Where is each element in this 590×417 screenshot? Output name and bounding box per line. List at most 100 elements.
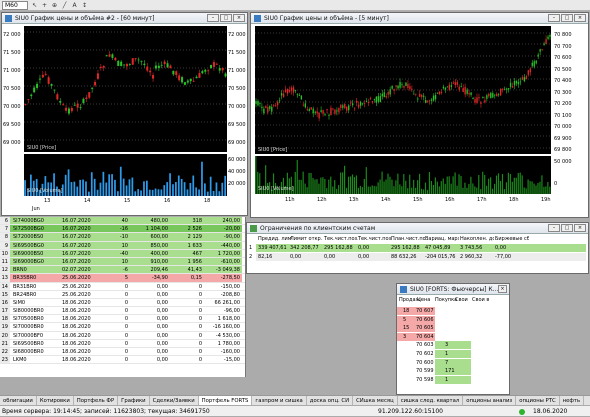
price-chart[interactable]: SIU0 [Price] [255,26,551,154]
candle-body [348,105,350,111]
line-icon[interactable]: ╱ [61,2,68,9]
workspace-tab[interactable]: Портфель ФР [74,396,119,405]
minimize-button[interactable]: – [207,14,219,22]
candle-body [501,88,504,90]
chart-window-5min[interactable]: SIU0 График цены и объёма - [5 минут] – □… [250,12,589,218]
table-row[interactable]: 12 BRN0 02.07.2020 -6 209,46 41,43 -3 049,38 [0,266,245,275]
table-cell: 342 208,77 [290,245,319,251]
orderbook-window[interactable]: SIU0 [FORTS: Фьючерсы] К... × Продаж Цена… [396,283,510,395]
timeframe-combo[interactable]: M60 [2,0,28,10]
candle-body [265,106,267,109]
text-icon[interactable]: A [71,2,78,9]
maximize-button[interactable]: □ [220,14,232,22]
close-button[interactable]: × [233,14,245,22]
column-header[interactable]: Предид. лимит [258,236,292,242]
volume-bar [224,175,227,196]
column-header[interactable]: Вариац. маржа [425,236,459,242]
column-header[interactable]: Свои в [472,297,489,303]
close-button[interactable]: × [498,285,507,293]
table-row[interactable]: 21 SI69500BR0 18.06.2020 0 0,00 0 1 780,00 [0,339,245,348]
table-row[interactable]: 19 SI70000BR0 18.06.2020 0 0,00 0 -16 160,00 [0,323,245,332]
table-row[interactable]: 22 SI68000BR0 18.06.2020 0 0,00 0 -160,00 [0,348,245,357]
pointer-icon[interactable]: ↖ [31,2,38,9]
volume-bar [296,159,298,194]
table-row[interactable] [256,253,586,261]
workspace-tab[interactable]: доска опц. СИ [307,396,354,405]
table-row[interactable]: 9 SI69500BG0 16.07.2020 10 850,00 1 633 -440,0… [0,241,245,250]
workspace-tab[interactable]: Сделки/Заявки [150,396,199,405]
column-header[interactable]: Накоплен. доход [460,236,494,242]
table-row[interactable]: 20 SI70000BF0 18.06.2020 0 0,00 0 -4 530,00 [0,331,245,340]
candle-body [308,109,310,112]
workspace-tab[interactable]: облигации [0,396,37,405]
workspace-tab[interactable]: СИшка месяц [353,396,398,405]
workspace-tab[interactable]: Портфель FORTS [198,396,253,405]
workspace-tab[interactable]: газпром и сишка [252,396,307,405]
table-row[interactable]: 6 SI74000BG0 16.07.2020 40 480,00 318 240,00 [0,217,245,226]
volume-bar [218,191,221,196]
volume-bar [201,161,203,196]
zoom-icon[interactable]: ⊕ [51,2,58,9]
volume-bar [192,175,195,196]
candle-body [56,94,59,100]
volume-chart[interactable]: SIU0 [Volume] [255,155,551,194]
candle-body [169,65,172,69]
table-row[interactable]: 23 LKM0 18.06.2020 0 0,00 0 -15,00 [0,356,245,365]
workspace-tab[interactable]: сишка след. квартал [398,396,464,405]
candle-body [201,71,204,74]
column-header[interactable]: Тек.чист.поз. [358,236,392,242]
window-title-bar[interactable]: Ограничения по клиентским счетам – □ × [247,223,588,234]
table-cell: 0 [124,316,128,323]
column-header[interactable]: Свои [455,297,468,303]
table-row[interactable]: 16 SiM0 18.06.2020 0 0,00 0 66 261,00 [0,298,245,308]
column-header[interactable]: Лимит откр. п [290,236,324,242]
volume-chart[interactable]: SIU0 [Volume] [24,154,227,196]
arrows-icon[interactable]: ↕ [81,2,88,9]
volume-bar [367,186,369,194]
maximize-button[interactable]: □ [561,14,573,22]
table-row[interactable]: 10 SI69000BS0 16.07.2020 -40 400,00 467 1 720,… [0,249,245,258]
minimize-button[interactable]: – [548,224,560,232]
table-row[interactable]: 18 SI70500BR0 18.06.2020 0 0,00 0 1 618,00 [0,315,245,324]
table-row[interactable]: 14 BR31BR0 25.06.2020 0 0,00 0 -150,00 [0,282,245,291]
positions-table[interactable]: 6 SI74000BG0 16.07.2020 40 480,00 318 240,00 7 S… [0,217,246,377]
workspace-tab[interactable]: опционы РТС [516,396,560,405]
limits-window[interactable]: Ограничения по клиентским счетам – □ × Пре… [246,222,589,274]
table-row[interactable]: 13 BR35BR0 25.06.2020 5 -34,90 0,15 -278,50 [0,274,245,283]
axis-tick-label: 17h [477,197,487,203]
table-cell: -16 [102,225,128,233]
volume-bar [183,182,186,196]
workspace-tab[interactable]: Графики [118,396,150,405]
column-header[interactable]: Тек.чист.поз. [324,236,358,242]
window-title-bar[interactable]: SIU0 График цены и объёма #2 - [60 минут… [2,13,247,24]
candle-body [423,95,425,97]
table-row[interactable]: 7 SI72500BG0 16.07.2020 -16 1 104,00 2 526 -20… [0,225,245,234]
workspace-tab[interactable]: Котировки [37,396,74,405]
window-title-bar[interactable]: SIU0 [FORTS: Фьючерсы] К... × [397,284,509,295]
close-button[interactable]: × [574,224,586,232]
column-header[interactable]: План.чист.поз. [391,236,425,242]
candle-body [198,73,201,78]
column-header[interactable]: Цена [417,297,430,303]
maximize-button[interactable]: □ [561,224,573,232]
workspace-tab[interactable]: нефть [560,396,585,405]
table-row[interactable]: 17 SI80000BR0 18.06.2020 0 0,00 0 -96,00 [0,307,245,316]
window-title-bar[interactable]: SIU0 График цены и объёма - [5 минут] – □… [251,13,588,24]
table-cell: 0,00 [324,254,336,260]
crosshair-icon[interactable]: + [41,2,48,9]
column-header[interactable]: Биржевые сборы [495,236,529,242]
volume-bar [418,173,421,194]
table-row[interactable]: 8 SI72000BS0 16.07.2020 -10 600,00 2 129 -90,0… [0,233,245,242]
limits-table: Предид. лимитЛимит откр. пТек.чист.поз.Т… [247,234,588,272]
minimize-button[interactable]: – [548,14,560,22]
close-button[interactable]: × [574,14,586,22]
table-cell: 16.07.2020 [62,241,102,249]
table-row[interactable]: 11 SI69000BG0 16.07.2020 10 910,00 1 956 -610,… [0,257,245,267]
column-header[interactable]: Покупка [435,297,457,303]
workspace-tab[interactable]: опционы анализ [463,396,517,405]
chart-window-60min[interactable]: SIU0 График цены и объёма #2 - [60 минут… [1,12,248,216]
axis-tick-label: 50 000 [554,159,572,165]
table-row[interactable]: 15 BR24BR0 25.06.2020 0 0,00 0 -208,80 [0,290,245,299]
price-chart[interactable]: SIU0 [Price] [24,26,227,152]
axis-tick-label: 70 500 [228,86,246,92]
